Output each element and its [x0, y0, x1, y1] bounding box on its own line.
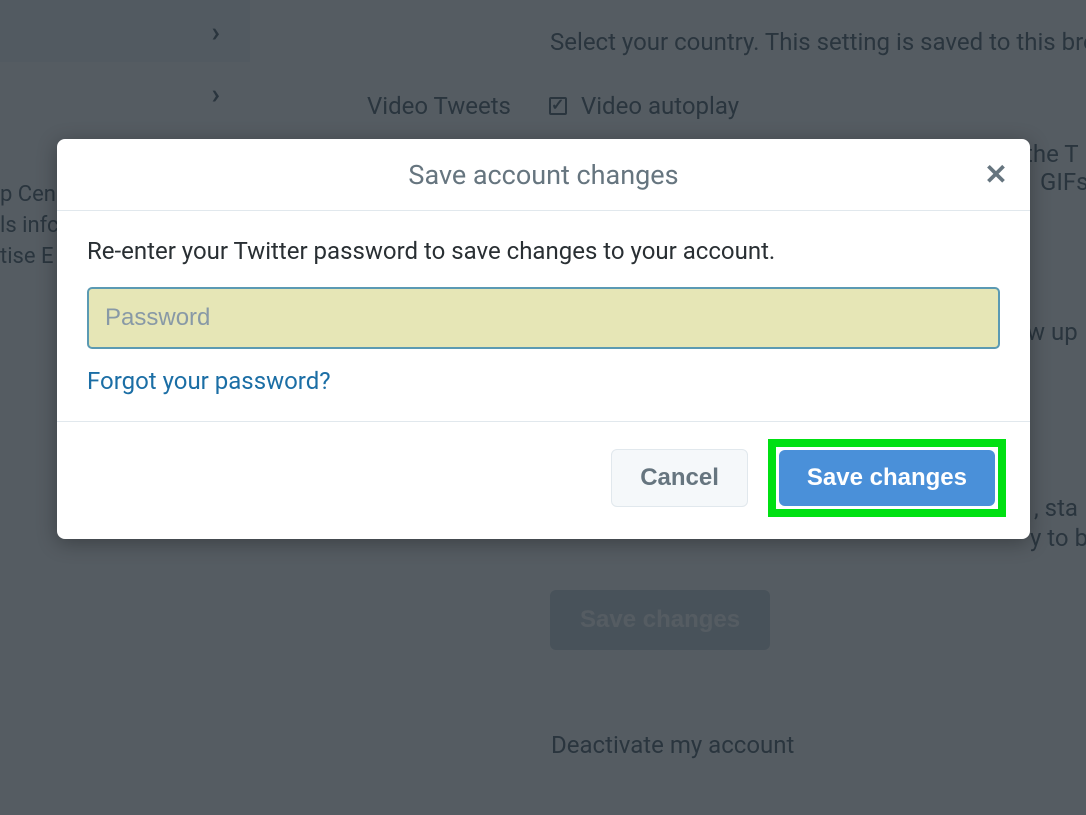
save-changes-button[interactable]: Save changes — [779, 450, 995, 506]
forgot-password-link[interactable]: Forgot your password? — [87, 367, 331, 395]
modal-footer: Cancel Save changes — [57, 421, 1030, 539]
password-input[interactable] — [87, 287, 1000, 349]
modal-body: Re-enter your Twitter password to save c… — [57, 211, 1030, 421]
save-changes-modal: Save account changes ✕ Re-enter your Twi… — [57, 139, 1030, 539]
modal-instruction: Re-enter your Twitter password to save c… — [87, 237, 1000, 265]
save-button-highlight: Save changes — [768, 439, 1006, 517]
close-icon[interactable]: ✕ — [978, 157, 1014, 193]
modal-header: Save account changes ✕ — [57, 139, 1030, 211]
cancel-button[interactable]: Cancel — [611, 449, 748, 507]
modal-title: Save account changes — [408, 159, 678, 191]
